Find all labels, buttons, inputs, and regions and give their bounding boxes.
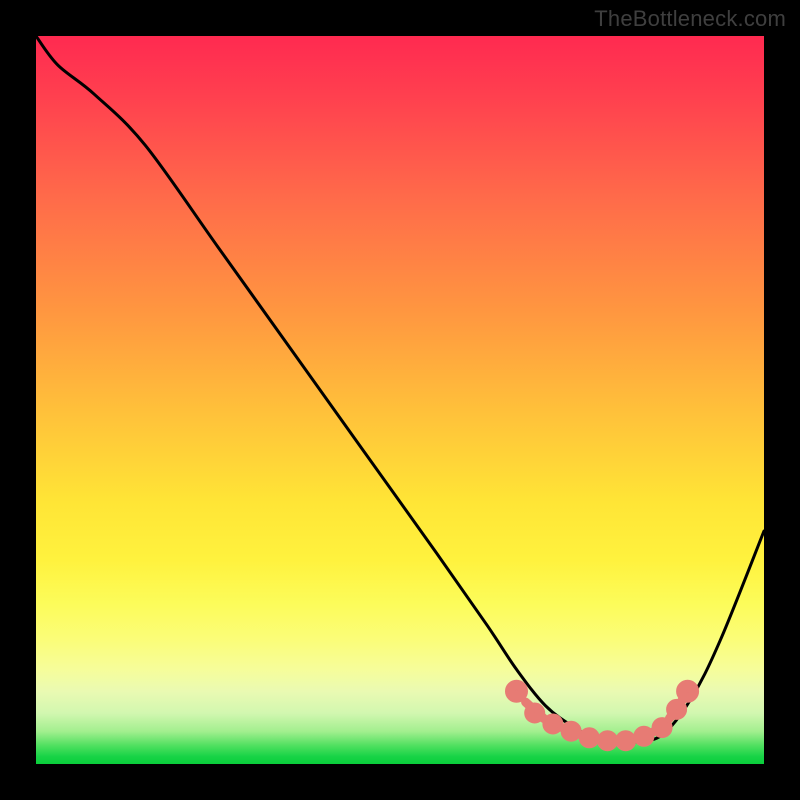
optimal-range-dot (671, 704, 682, 715)
optimal-range-dot (547, 719, 558, 730)
optimal-range-markers (510, 685, 694, 747)
chart-frame: TheBottleneck.com (0, 0, 800, 800)
optimal-range-dot (584, 732, 595, 743)
plot-area (36, 36, 764, 764)
optimal-range-dot (620, 735, 631, 746)
optimal-range-dot (510, 685, 523, 698)
optimal-range-dot (529, 708, 540, 719)
optimal-range-dot (638, 731, 649, 742)
optimal-range-dot (602, 735, 613, 746)
bottleneck-curve (36, 36, 764, 744)
curve-overlay (36, 36, 764, 764)
optimal-range-dot (657, 722, 668, 733)
watermark-text: TheBottleneck.com (594, 6, 786, 32)
optimal-range-dot (566, 726, 577, 737)
optimal-range-dot (681, 685, 694, 698)
